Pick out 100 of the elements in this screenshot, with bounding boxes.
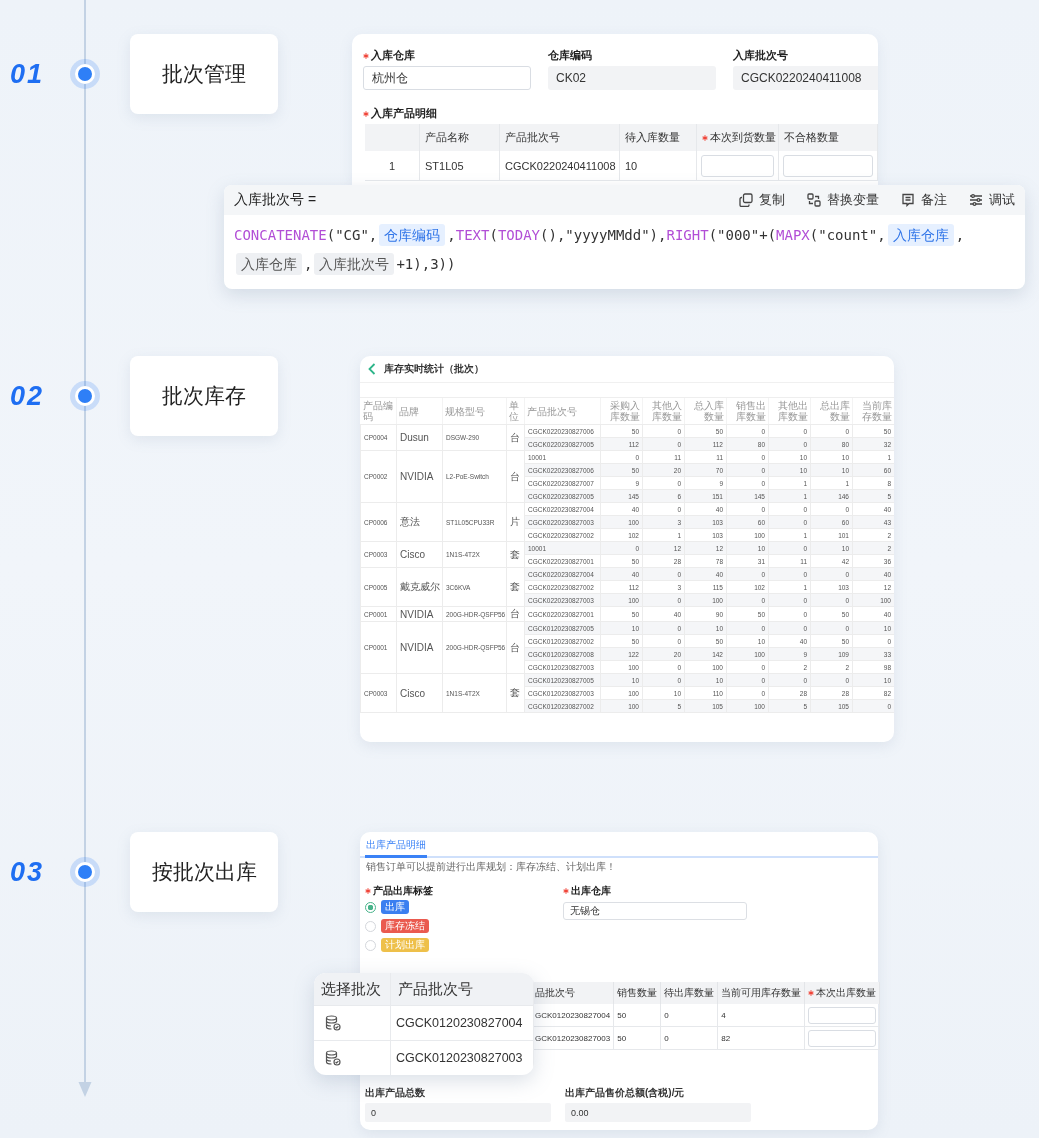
column-header: 本次出库数量 <box>816 987 877 998</box>
column-header: 品牌 <box>399 405 419 417</box>
code-text: +1),3)) <box>396 255 456 274</box>
column-header: 采购入库数量 <box>610 400 640 422</box>
section-label: 入库产品明细 <box>371 107 437 119</box>
debug-button[interactable]: 调试 <box>969 191 1015 209</box>
step-number: 03 <box>10 856 46 888</box>
input-field[interactable] <box>783 154 873 177</box>
table-cell: 台 <box>506 424 525 451</box>
code-text: , <box>447 226 456 245</box>
radio-button[interactable] <box>365 920 376 932</box>
table-cell: ST1L05 <box>425 159 464 172</box>
table-cell: Dusun <box>396 424 443 451</box>
column-header: 规格型号 <box>445 405 485 417</box>
column-header: 销售数量 <box>617 987 658 998</box>
table-cell: 套 <box>506 541 525 568</box>
step-number: 01 <box>10 58 46 90</box>
table-cell: Cisco <box>396 541 443 568</box>
input-field[interactable] <box>808 1029 877 1047</box>
table-cell: 套 <box>506 567 525 607</box>
table-cell-text: CGCK0120230827003 <box>396 1050 523 1067</box>
table-cell: 50 <box>613 1026 661 1050</box>
input-field[interactable] <box>701 154 774 177</box>
table-cell: 意法 <box>396 502 443 542</box>
variable-chip[interactable]: 入库仓库 <box>236 253 302 275</box>
variable-chip[interactable]: 入库仓库 <box>887 224 954 246</box>
column-header: 产品名称 <box>425 130 469 145</box>
field-label: 出库产品总数 <box>365 1086 426 1099</box>
note-button[interactable]: 备注 <box>901 191 947 209</box>
database-check-icon[interactable] <box>325 1015 341 1031</box>
hint-text: 销售订单可以提前进行出库规划：库存冻结、计划出库！ <box>366 861 617 873</box>
radio-button[interactable] <box>365 939 376 951</box>
table-cell: 82 <box>717 1026 805 1050</box>
row-number: 1 <box>388 159 396 172</box>
readonly-field: CGCK0220240411008 <box>733 66 878 90</box>
function-name: TEXT <box>455 226 490 245</box>
table-cell: 台 <box>506 450 525 503</box>
step-label: 批次管理 <box>130 34 278 114</box>
radio-button[interactable] <box>365 901 376 913</box>
variable-chip[interactable]: 入库批次号 <box>314 253 395 275</box>
timeline-dot <box>75 862 95 882</box>
table-cell: Cisco <box>396 673 443 713</box>
function-name: RIGHT <box>666 226 709 245</box>
table-cell: CGCK0220240411008 <box>505 159 616 172</box>
code-text: (),"yyyyMMdd"), <box>540 226 667 245</box>
input-field[interactable]: 杭州仓 <box>363 66 531 90</box>
column-header: 总出库数量 <box>820 400 850 422</box>
table-cell: 戴克威尔 <box>396 567 443 607</box>
tag-label[interactable]: 出库 <box>381 900 409 914</box>
field-label: 入库仓库 <box>371 49 415 61</box>
table-cell: 50 <box>613 1004 661 1027</box>
swap-icon <box>807 193 821 207</box>
step-label: 批次库存 <box>130 356 278 436</box>
note-icon <box>901 193 915 207</box>
table-cell: NVIDIA <box>396 621 443 674</box>
table-cell: 0 <box>660 1004 718 1027</box>
table-cell: 0 <box>660 1026 718 1050</box>
database-check-icon[interactable] <box>325 1050 341 1066</box>
field-label: 出库产品售价总额(含税)/元 <box>565 1086 686 1099</box>
table-cell: 4 <box>717 1004 805 1027</box>
column-header: 产品批次号 <box>398 979 473 999</box>
variable-chip[interactable]: 仓库编码 <box>379 224 446 246</box>
table-cell: 套 <box>506 673 525 713</box>
column-header: 待出库数量 <box>664 987 715 998</box>
readonly-field: 0.00 <box>565 1103 751 1122</box>
code-text: ("count", <box>809 226 886 245</box>
field-label: 仓库编码 <box>548 49 592 61</box>
table-cell: NVIDIA <box>396 606 443 622</box>
table-cell: 台 <box>506 621 525 674</box>
report-title: 库存实时统计（批次） <box>384 362 484 376</box>
code-text: , <box>304 255 313 274</box>
table-cell: NVIDIA <box>396 450 443 503</box>
table-cell-text: CGCK0120230827004 <box>396 1015 523 1032</box>
column-header: 品批次号 <box>535 987 575 998</box>
field-label: 产品出库标签 <box>373 885 433 896</box>
column-header: 当前库存数量 <box>862 400 892 422</box>
copy-button[interactable]: 复制 <box>739 191 785 209</box>
table-cell: 台 <box>506 606 525 622</box>
code-text: ("000"+( <box>708 226 777 245</box>
readonly-field: CK02 <box>548 66 716 90</box>
function-name: MAPX <box>776 226 810 245</box>
replace-button[interactable]: 替换变量 <box>807 191 879 209</box>
function-name: CONCATENATE <box>234 226 327 245</box>
input-field[interactable] <box>808 1006 877 1024</box>
column-header: 单位 <box>509 400 519 422</box>
field-label: 出库仓库 <box>571 885 611 896</box>
timeline-dot <box>75 386 95 406</box>
column-header: 本次到货数量 <box>710 130 776 145</box>
readonly-field: 0 <box>365 1103 551 1122</box>
back-icon[interactable] <box>368 363 376 375</box>
code-text: ( <box>489 226 498 245</box>
column-header: 其他出库数量 <box>778 400 808 422</box>
tab[interactable]: 出库产品明细 <box>365 838 427 858</box>
step-number: 02 <box>10 380 46 412</box>
column-header: 选择批次 <box>321 979 381 999</box>
sliders-icon <box>969 193 983 207</box>
timeline-dot <box>75 64 95 84</box>
table-cell: 10 <box>625 159 638 172</box>
input-field[interactable]: 无锡仓 <box>563 902 747 920</box>
column-header: 产品编码 <box>362 400 393 422</box>
